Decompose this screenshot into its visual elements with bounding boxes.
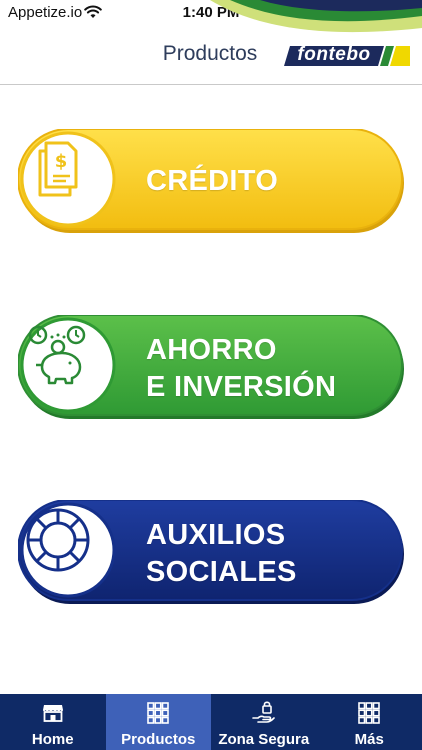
- auxilios-sociales-button[interactable]: AUXILIOS SOCIALES: [18, 500, 406, 606]
- tab-home-label: Home: [31, 731, 74, 748]
- header-divider: [0, 84, 422, 85]
- logo-text: fontebo: [297, 44, 371, 65]
- ahorro-label-line1: AHORRO: [146, 334, 277, 366]
- life-ring-icon: [26, 508, 90, 572]
- ahorro-inversion-button[interactable]: AHORRO E INVERSIÓN: [18, 315, 406, 421]
- tab-home[interactable]: Home: [0, 694, 106, 750]
- lock-hand-icon: [251, 701, 275, 723]
- tab-zona-segura[interactable]: Zona Segura: [211, 694, 317, 750]
- tab-mas[interactable]: Más: [317, 694, 422, 750]
- grid-icon: [358, 702, 381, 724]
- tab-productos[interactable]: Productos: [105, 694, 211, 750]
- auxilios-label-line2: SOCIALES: [146, 556, 297, 588]
- credito-label: CRÉDITO: [146, 165, 279, 197]
- fontebo-logo: fontebo: [284, 44, 410, 66]
- document-dollar-icon: $: [38, 141, 78, 197]
- credito-button[interactable]: $ CRÉDITO: [18, 129, 406, 235]
- tab-bar: Home Productos Zona Segura Más: [0, 694, 422, 750]
- tab-zona-segura-label: Zona Segura: [218, 731, 310, 748]
- svg-text:$: $: [55, 151, 68, 172]
- grid-icon: [147, 702, 170, 724]
- piggy-bank-clock-icon: [28, 325, 86, 385]
- tab-productos-label: Productos: [121, 731, 196, 748]
- page-title: Productos: [162, 42, 258, 65]
- ahorro-label-line2: E INVERSIÓN: [146, 371, 337, 403]
- tab-mas-label: Más: [354, 731, 384, 748]
- store-icon: [42, 705, 63, 722]
- auxilios-label-line1: AUXILIOS: [146, 519, 286, 551]
